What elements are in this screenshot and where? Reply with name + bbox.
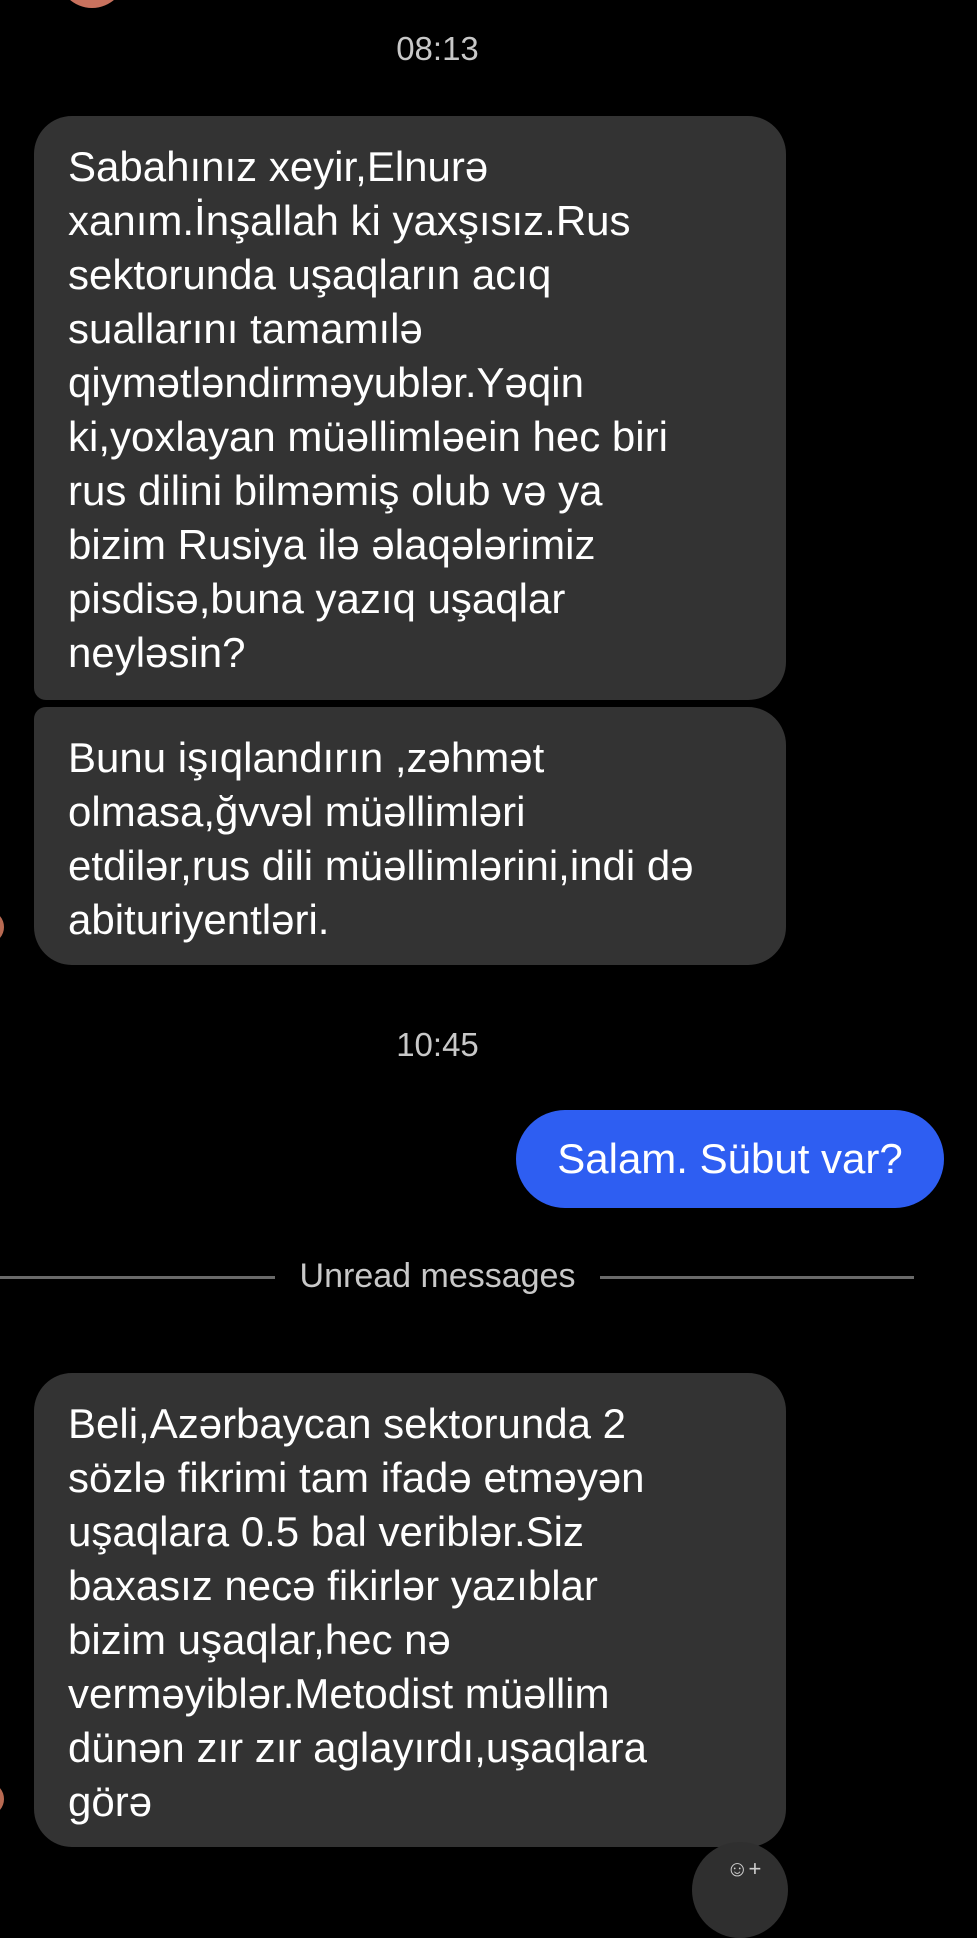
incoming-message-bubble[interactable]: Sabahınız xeyir,Elnurə xanım.İnşallah ki…: [34, 116, 786, 700]
emoji-add-icon: ☺+: [726, 1856, 762, 1881]
contact-avatar[interactable]: [0, 1784, 4, 1814]
divider-line: [600, 1276, 914, 1279]
contact-avatar[interactable]: [58, 0, 126, 8]
divider-line: [0, 1276, 275, 1279]
contact-avatar[interactable]: [0, 912, 4, 942]
timestamp: 08:13: [396, 30, 479, 67]
incoming-message-bubble[interactable]: Beli,Azərbaycan sektorunda 2 sözlə fikri…: [34, 1373, 786, 1847]
unread-messages-label: Unread messages: [299, 1257, 576, 1295]
add-reaction-button[interactable]: ☺+: [692, 1842, 788, 1938]
unread-messages-divider: Unread messages: [0, 1255, 977, 1299]
timestamp: 10:45: [396, 1026, 479, 1063]
outgoing-message-bubble[interactable]: Salam. Sübut var?: [516, 1110, 944, 1208]
incoming-message-bubble[interactable]: Bunu işıqlandırın ,zəhmət olmasa,ğvvəl m…: [34, 707, 786, 965]
